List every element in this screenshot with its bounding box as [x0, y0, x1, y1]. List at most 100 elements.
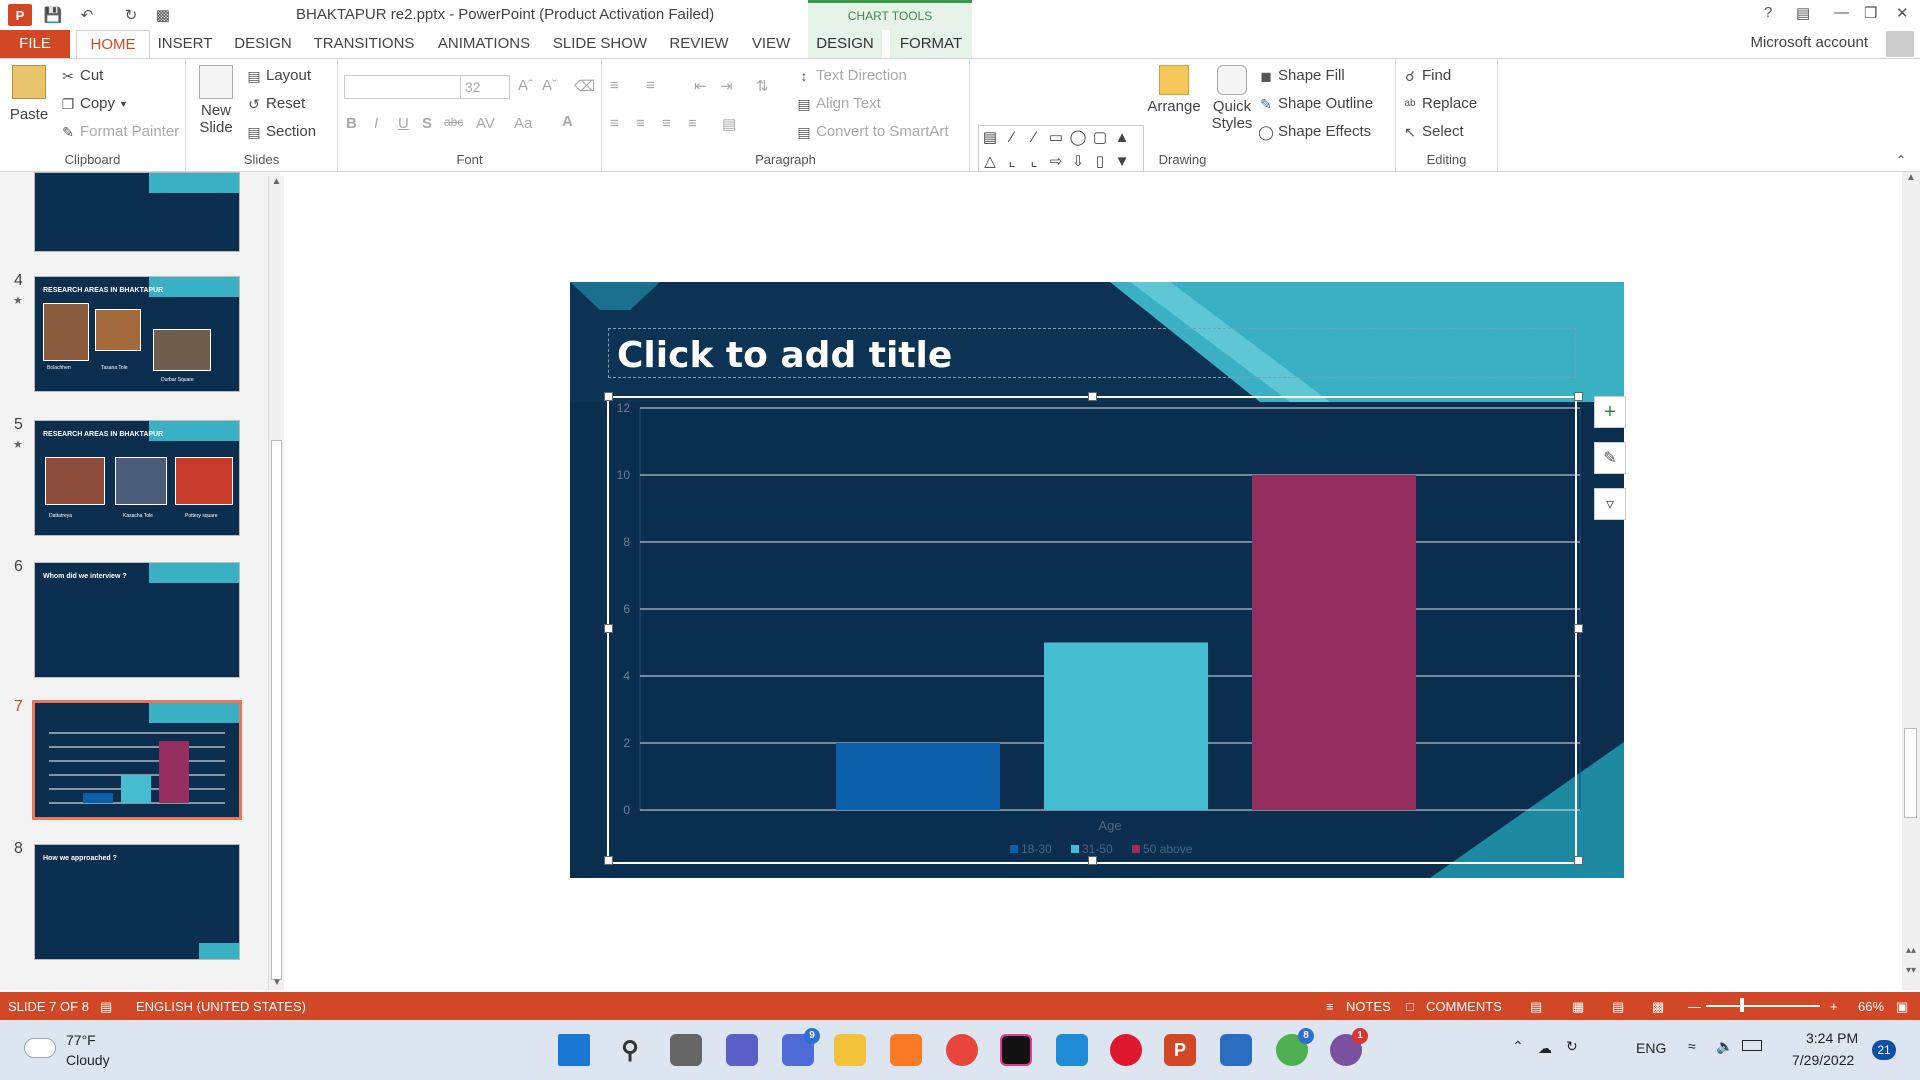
shape-icon[interactable]: ▯ — [1089, 150, 1111, 174]
notes-button[interactable]: NOTES — [1346, 999, 1391, 1014]
comments-button[interactable]: COMMENTS — [1426, 999, 1502, 1014]
slide-thumbnail-7[interactable] — [32, 700, 242, 820]
reset-button[interactable]: ↺ Reset — [246, 95, 305, 112]
powerpoint-logo-icon[interactable]: P — [8, 4, 32, 26]
language-indicator[interactable]: ENG — [1636, 1040, 1666, 1056]
vscode-icon[interactable] — [1056, 1034, 1088, 1066]
arrange-button[interactable]: Arrange — [1146, 65, 1202, 115]
scroll-down-icon[interactable]: ▼ — [1111, 150, 1133, 174]
file-explorer-icon[interactable] — [834, 1034, 866, 1066]
section-button[interactable]: ▤ Section — [246, 123, 316, 140]
tab-view[interactable]: VIEW — [748, 30, 794, 58]
tab-home[interactable]: HOME — [76, 30, 150, 58]
weather-desc[interactable]: Cloudy — [66, 1052, 110, 1068]
tab-design[interactable]: DESIGN — [232, 30, 294, 58]
justify-button[interactable]: ≡ — [688, 115, 697, 132]
line-icon[interactable]: ∕ — [1023, 126, 1045, 150]
shape-outline-button[interactable]: ✎ Shape Outline — [1258, 95, 1373, 112]
fit-slide-icon[interactable]: ▣ — [1896, 999, 1908, 1015]
chrome-profile-icon[interactable]: 8 — [1276, 1028, 1314, 1066]
photos-icon[interactable] — [1220, 1034, 1252, 1066]
align-center-button[interactable]: ≡ — [636, 115, 645, 132]
chart-svg[interactable]: 0 2 4 6 8 10 12 Age 18-30 31-50 50 above — [570, 282, 1624, 878]
scrollbar-thumb[interactable] — [1904, 728, 1917, 818]
tab-chart-design[interactable]: DESIGN — [808, 30, 882, 58]
slide-thumbnail-4[interactable]: RESEARCH AREAS IN BHAKTAPUR Bolachhen Ta… — [34, 276, 240, 392]
spellcheck-icon[interactable]: ▤ — [100, 999, 112, 1015]
resize-handle[interactable] — [1574, 624, 1583, 633]
text-direction-button[interactable]: ↕ Text Direction — [796, 67, 907, 84]
scroll-up-arrow-icon[interactable]: ▲ — [269, 176, 284, 187]
notification-badge[interactable]: 21 — [1872, 1040, 1896, 1060]
tab-transitions[interactable]: TRANSITIONS — [312, 30, 416, 58]
clock-date[interactable]: 7/29/2022 — [1792, 1052, 1854, 1068]
slide-sorter-icon[interactable]: ▦ — [1572, 999, 1584, 1015]
tab-animations[interactable]: ANIMATIONS — [434, 30, 534, 58]
redo-icon[interactable]: ↻ — [120, 4, 142, 26]
char-spacing-button[interactable]: AV — [476, 115, 495, 132]
connector-icon[interactable]: ⌞ — [1023, 150, 1045, 174]
shape-fill-button[interactable]: ◼ Shape Fill — [1258, 67, 1345, 84]
triangle-icon[interactable]: △ — [979, 150, 1001, 174]
tab-chart-format[interactable]: FORMAT — [890, 30, 972, 58]
increase-indent-button[interactable]: ⇥ — [720, 77, 733, 95]
strikethrough-button[interactable]: abc — [444, 115, 463, 129]
font-size-input[interactable]: 32 — [460, 75, 510, 99]
teams-icon[interactable]: 9 — [782, 1028, 820, 1066]
resize-handle[interactable] — [1574, 856, 1583, 865]
viber-icon[interactable]: 1 — [1330, 1028, 1368, 1066]
zoom-slider[interactable] — [1706, 1005, 1820, 1007]
convert-smartart-button[interactable]: ▤ Convert to SmartArt — [796, 123, 948, 140]
connector-icon[interactable]: ⌞ — [1001, 150, 1023, 174]
editor-scrollbar[interactable]: ▲ ▴▴ ▾▾ — [1902, 172, 1920, 990]
shadow-button[interactable]: S — [422, 115, 432, 132]
xampp-icon[interactable] — [890, 1034, 922, 1066]
textbox-icon[interactable]: ▤ — [979, 126, 1001, 150]
zoom-in-icon[interactable]: + — [1830, 999, 1838, 1014]
thumbnail-scrollbar[interactable]: ▲ ▼ — [268, 176, 284, 990]
onedrive-icon[interactable]: ☁ — [1538, 1040, 1552, 1057]
clock-time[interactable]: 3:24 PM — [1806, 1030, 1858, 1046]
scrollbar-thumb[interactable] — [271, 440, 282, 980]
comments-icon[interactable]: □ — [1406, 999, 1414, 1014]
avatar[interactable] — [1886, 31, 1914, 57]
weather-temp[interactable]: 77°F — [66, 1032, 96, 1048]
tray-chevron-icon[interactable]: ⌃ — [1512, 1038, 1524, 1055]
resize-handle[interactable] — [1574, 392, 1583, 401]
bold-button[interactable]: B — [346, 115, 357, 132]
collapse-ribbon-icon[interactable]: ⌃ — [1896, 153, 1906, 167]
battery-icon[interactable] — [1742, 1040, 1762, 1051]
increase-font-button[interactable]: Aˆ — [518, 77, 533, 94]
numbering-button[interactable]: ≡ — [646, 77, 655, 94]
chevron-down-icon[interactable]: ▼ — [119, 99, 128, 109]
teams-chat-icon[interactable] — [726, 1034, 758, 1066]
format-painter-button[interactable]: ✎ Format Painter — [60, 123, 179, 140]
bullets-button[interactable]: ≡ — [610, 77, 619, 94]
scroll-up-arrow-icon[interactable]: ▲ — [1902, 172, 1920, 183]
layout-button[interactable]: ▤ Layout — [246, 67, 311, 84]
align-right-button[interactable]: ≡ — [662, 115, 671, 132]
paste-button[interactable]: Paste — [8, 65, 50, 123]
slideshow-icon[interactable]: ▩ — [1652, 999, 1664, 1015]
line-icon[interactable]: ∕ — [1001, 126, 1023, 150]
zoom-level[interactable]: 66% — [1858, 999, 1884, 1014]
scroll-up-icon[interactable]: ▲ — [1111, 126, 1133, 150]
task-view-icon[interactable] — [670, 1034, 702, 1066]
slide-7[interactable]: Click to add title 0 2 4 6 8 10 12 Age 18-30 31-5… — [570, 282, 1624, 878]
arrow-down-icon[interactable]: ⇩ — [1067, 150, 1089, 174]
line-spacing-button[interactable]: ⇅ — [756, 77, 769, 95]
slide-thumbnail-6[interactable]: Whom did we interview ? — [34, 562, 240, 678]
volume-icon[interactable]: 🔈 — [1716, 1038, 1733, 1055]
save-icon[interactable]: 💾 — [42, 4, 64, 26]
underline-button[interactable]: U — [398, 115, 409, 132]
cut-button[interactable]: ✂ Cut — [60, 67, 103, 84]
change-case-button[interactable]: Aa — [514, 115, 532, 132]
slide-thumbnail-8[interactable]: How we approached ? — [34, 844, 240, 960]
slide-thumbnail-5[interactable]: RESEARCH AREAS IN BHAKTAPUR Dattatreya K… — [34, 420, 240, 536]
normal-view-icon[interactable]: ▤ — [1530, 999, 1542, 1015]
restore-icon[interactable]: ❐ — [1864, 4, 1877, 22]
tab-slide-show[interactable]: SLIDE SHOW — [552, 30, 648, 58]
resize-handle[interactable] — [604, 392, 613, 401]
font-name-input[interactable] — [344, 75, 462, 99]
arrow-right-icon[interactable]: ⇨ — [1045, 150, 1067, 174]
